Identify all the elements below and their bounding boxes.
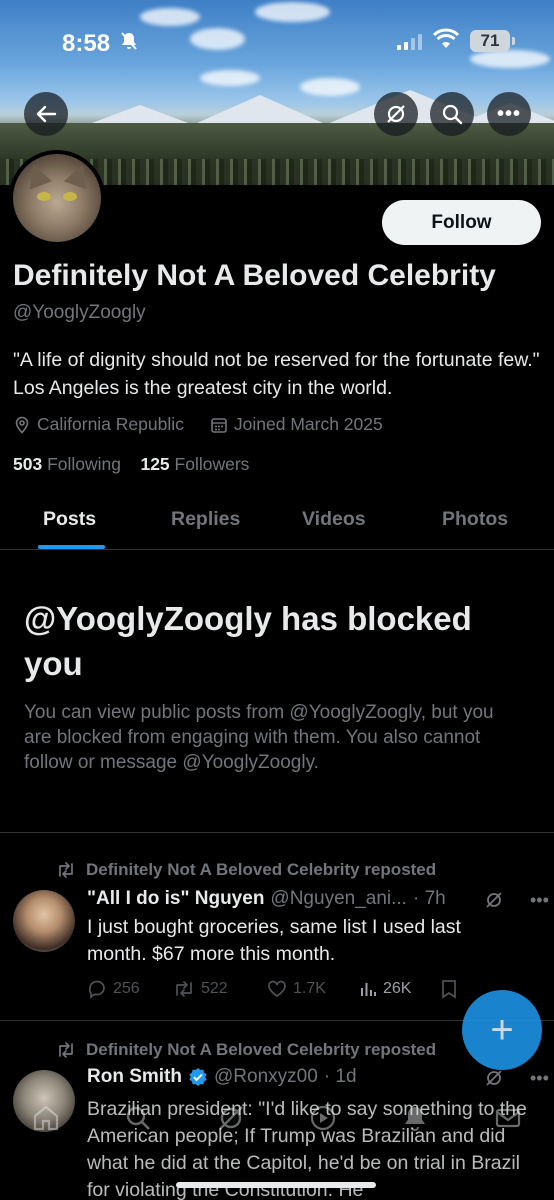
notifications-bell-icon[interactable] <box>400 1103 430 1133</box>
tab-replies[interactable]: Replies <box>171 508 240 531</box>
grok-button[interactable] <box>374 92 418 136</box>
back-button[interactable] <box>24 92 68 136</box>
profile-stats: 503 Following 125 Followers <box>13 454 249 475</box>
tab-videos[interactable]: Videos <box>302 508 366 531</box>
tab-photos[interactable]: Photos <box>442 508 508 531</box>
compose-post-button[interactable]: + <box>462 990 542 1070</box>
search-button[interactable] <box>430 92 474 136</box>
home-icon[interactable] <box>31 1103 61 1133</box>
search-icon[interactable] <box>123 1103 153 1133</box>
avatar-cat-ear <box>63 160 95 190</box>
view-count: 26K <box>383 980 412 997</box>
profile-name: Definitely Not A Beloved Celebrity <box>13 259 496 292</box>
arrow-left-icon <box>36 105 57 123</box>
repost-count: 522 <box>201 980 228 997</box>
like-button[interactable]: 1.7K <box>267 980 359 998</box>
post-time: · 1d <box>323 1066 357 1087</box>
views-button[interactable]: 26K <box>359 980 441 998</box>
views-chart-icon <box>361 983 376 996</box>
profile-avatar[interactable] <box>9 150 105 246</box>
post-author-name[interactable]: Ron Smith <box>87 1066 182 1088</box>
reply-count: 256 <box>113 980 140 997</box>
grok-icon[interactable] <box>484 1068 504 1088</box>
silent-bell-icon <box>119 31 139 57</box>
post-top-icons: ••• <box>484 1068 549 1089</box>
location-pin-icon <box>15 416 29 434</box>
post-time: · 7h <box>412 888 446 909</box>
following-label: Following <box>47 454 122 474</box>
following-link[interactable]: 503 Following <box>13 454 121 474</box>
avatar-cat-eye <box>37 192 51 201</box>
blocked-message: You can view public posts from @YooglyZo… <box>24 702 494 773</box>
bookmark-icon <box>442 980 456 999</box>
bookmark-button[interactable] <box>441 979 457 999</box>
post-author-handle[interactable]: @Ronxyz00 <box>214 1066 318 1088</box>
cellular-signal-icon <box>397 34 422 50</box>
avatar-cat-eye <box>63 192 77 201</box>
repost-indicator[interactable]: Definitely Not A Beloved Celebrity repos… <box>56 1040 436 1060</box>
verified-badge-icon <box>189 1068 207 1086</box>
grok-icon[interactable] <box>484 890 504 910</box>
more-options-button[interactable]: ••• <box>487 92 531 136</box>
post-actions: 256 522 1.7K 26K <box>87 979 507 999</box>
search-icon <box>442 104 463 125</box>
followers-link[interactable]: 125 Followers <box>140 454 249 474</box>
plus-icon: + <box>490 1007 514 1052</box>
messages-envelope-icon[interactable] <box>493 1103 523 1133</box>
calendar-icon <box>211 417 227 433</box>
post-author-avatar[interactable] <box>13 890 75 952</box>
follow-button[interactable]: Follow <box>382 200 541 245</box>
home-indicator[interactable] <box>176 1182 376 1188</box>
avatar-cat-ear <box>21 160 53 190</box>
post-text: I just bought groceries, same list I use… <box>87 916 461 965</box>
profile-meta: California Republic Joined March 2025 <box>13 414 383 435</box>
post-top-icons: ••• <box>484 890 549 911</box>
battery-indicator: 71 <box>470 30 515 52</box>
section-divider <box>0 832 554 833</box>
followers-label: Followers <box>174 454 250 474</box>
video-play-icon[interactable] <box>308 1103 338 1133</box>
repost-icon <box>59 1042 73 1058</box>
post-header: "All I do is" Nguyen @Nguyen_ani... · 7h <box>87 888 446 910</box>
post-header: Ron Smith @Ronxyz00 · 1d <box>87 1066 357 1088</box>
status-bar: 8:58 71 <box>0 0 554 86</box>
repost-label: Definitely Not A Beloved Celebrity repos… <box>86 1040 437 1059</box>
post-author-name[interactable]: "All I do is" Nguyen <box>87 888 264 910</box>
heart-icon <box>268 980 286 998</box>
followers-count: 125 <box>140 454 170 474</box>
reply-icon <box>88 980 105 999</box>
repost-button[interactable]: 522 <box>173 980 267 998</box>
active-tab-indicator <box>38 545 105 549</box>
ellipsis-icon: ••• <box>496 102 521 125</box>
profile-handle: @YooglyZoogly <box>13 302 146 323</box>
like-count: 1.7K <box>293 980 326 997</box>
bottom-navigation <box>0 1088 554 1148</box>
grok-icon <box>387 105 405 123</box>
status-time: 8:58 <box>62 30 111 57</box>
following-count: 503 <box>13 454 43 474</box>
profile-tabs: Posts Replies Videos Photos <box>0 494 554 550</box>
tab-posts[interactable]: Posts <box>43 508 96 531</box>
grok-icon[interactable] <box>216 1103 246 1133</box>
profile-joined: Joined March 2025 <box>233 414 383 434</box>
reply-button[interactable]: 256 <box>87 979 173 999</box>
more-options-icon[interactable]: ••• <box>530 890 549 911</box>
repost-label: Definitely Not A Beloved Celebrity repos… <box>86 860 437 879</box>
profile-location: California Republic <box>37 414 184 434</box>
post-author-handle[interactable]: @Nguyen_ani... <box>270 888 407 910</box>
repost-indicator[interactable]: Definitely Not A Beloved Celebrity repos… <box>56 860 436 880</box>
profile-bio: "A life of dignity should not be reserve… <box>13 349 540 399</box>
repost-icon <box>59 862 73 878</box>
blocked-title: @YooglyZoogly has blocked you <box>24 600 472 682</box>
wifi-icon <box>432 28 460 55</box>
more-options-icon[interactable]: ••• <box>530 1068 549 1089</box>
repost-icon <box>176 981 192 997</box>
